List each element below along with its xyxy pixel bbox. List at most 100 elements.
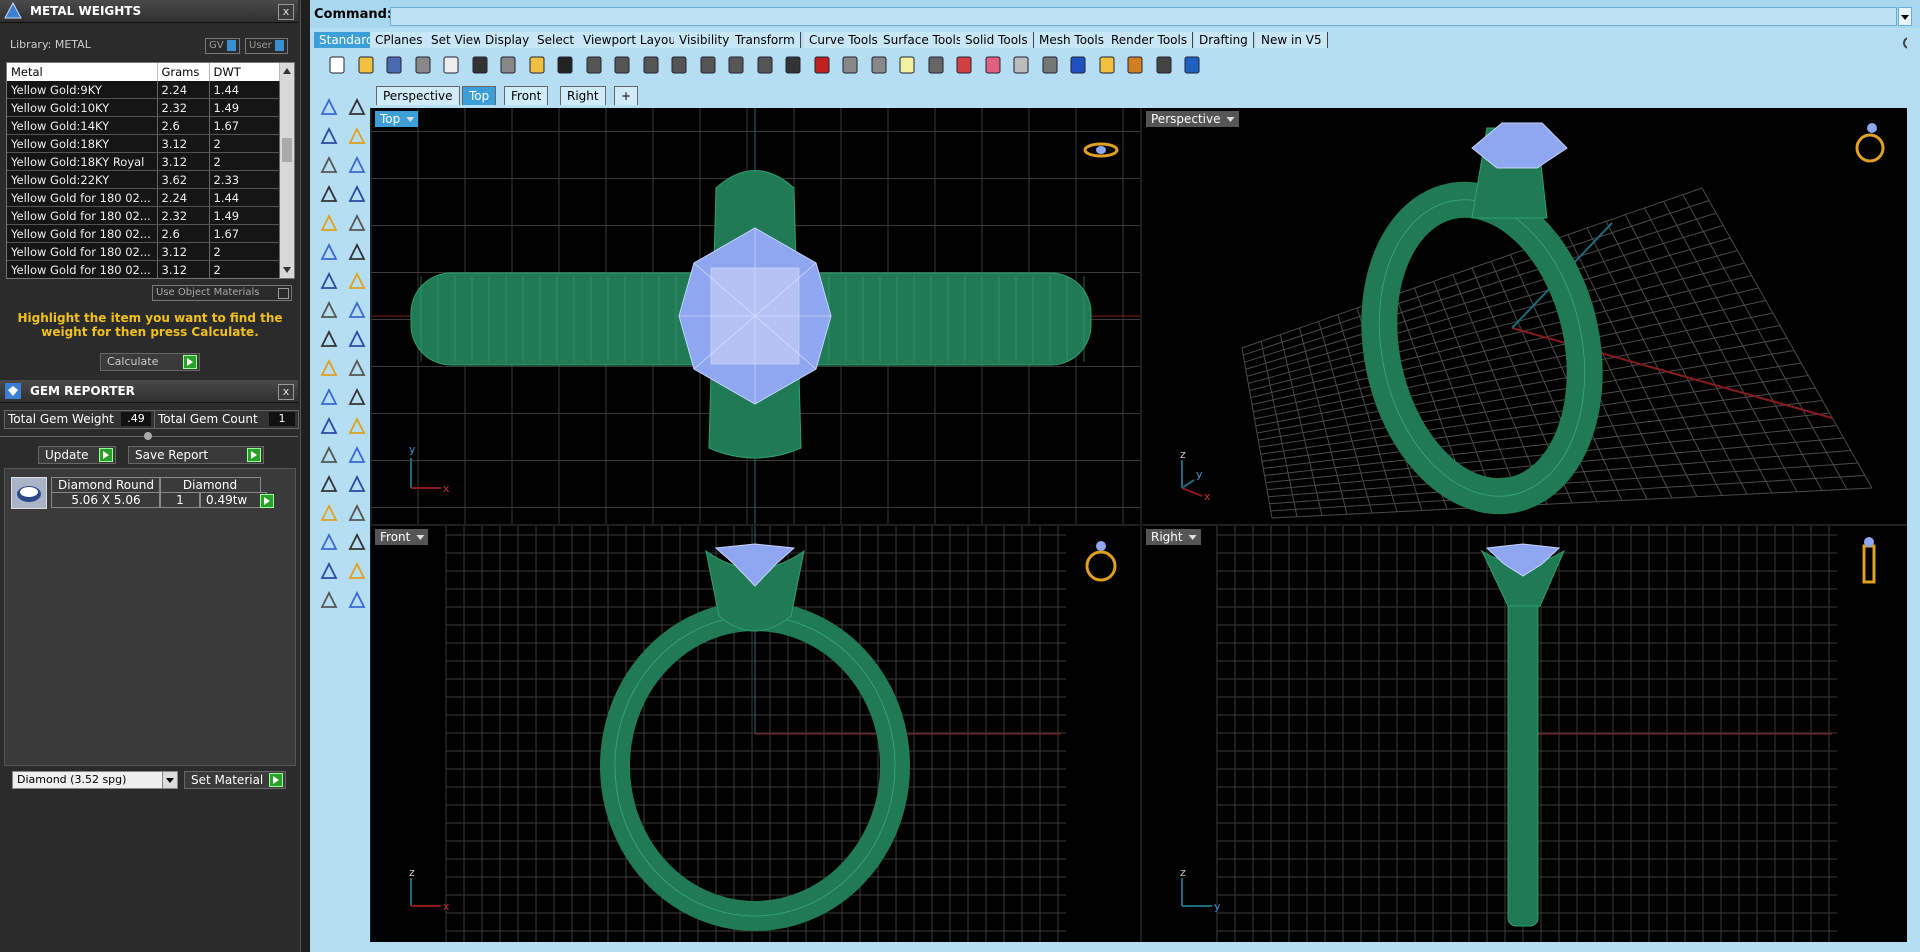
pan-icon[interactable] — [583, 54, 605, 76]
toolbar-tab-curve-tools[interactable]: Curve Tools — [804, 32, 884, 48]
dimension-icon[interactable] — [346, 444, 368, 466]
scroll-thumb[interactable] — [282, 138, 292, 162]
settings-gear-icon[interactable] — [1124, 54, 1146, 76]
group-icon[interactable] — [318, 386, 340, 408]
layout-icon[interactable] — [346, 502, 368, 524]
toolbar-tab-drafting[interactable]: Drafting — [1194, 32, 1254, 48]
ellipse-icon[interactable] — [346, 154, 368, 176]
check-icon[interactable] — [346, 560, 368, 582]
zoom-icon[interactable] — [640, 54, 662, 76]
rotate-view-icon[interactable] — [611, 54, 633, 76]
polygon-icon[interactable] — [318, 212, 340, 234]
lock-icon[interactable] — [925, 54, 947, 76]
viewport-perspective[interactable]: z y x Perspective — [1142, 108, 1907, 524]
group-points-icon[interactable] — [346, 386, 368, 408]
set-material-button[interactable]: Set Material — [184, 771, 286, 789]
toolbar-tab-surface-tools[interactable]: Surface Tools — [878, 32, 969, 48]
command-history-button[interactable] — [1898, 7, 1912, 26]
add-viewport-tab[interactable]: + — [614, 86, 639, 105]
viewport-right-label[interactable]: Right — [1146, 529, 1201, 545]
trim-icon[interactable] — [318, 357, 340, 379]
boolean-icon[interactable] — [346, 328, 368, 350]
right-view-canvas[interactable]: z y — [1142, 526, 1907, 942]
scroll-down-icon[interactable] — [280, 264, 294, 276]
toolbar-tab-select[interactable]: Select — [532, 32, 581, 48]
arc-icon[interactable] — [318, 183, 340, 205]
plane-icon[interactable] — [346, 299, 368, 321]
col-header-grams[interactable]: Grams — [157, 63, 210, 81]
render-icon[interactable] — [953, 54, 975, 76]
transform-icon[interactable] — [346, 473, 368, 495]
free-curve-icon[interactable] — [346, 212, 368, 234]
explode-icon[interactable] — [318, 328, 340, 350]
splitter-handle[interactable] — [144, 432, 152, 440]
metal-row[interactable]: Yellow Gold for 180 02... 2.32 1.49 — [7, 206, 280, 225]
light-icon[interactable] — [896, 54, 918, 76]
analyze-icon[interactable] — [318, 589, 340, 611]
gem-go-icon[interactable] — [260, 493, 274, 508]
view-tab-perspective[interactable]: Perspective — [376, 86, 460, 105]
car-icon[interactable] — [811, 54, 833, 76]
viewport-top-label[interactable]: Top — [375, 111, 419, 127]
undo-icon[interactable] — [554, 54, 576, 76]
viewport-layout-icon[interactable] — [782, 54, 804, 76]
grid-snap-icon[interactable] — [1153, 54, 1175, 76]
save-icon[interactable] — [383, 54, 405, 76]
gem-row[interactable]: Diamond Round Diamond 5.06 X 5.06 1 0.49… — [9, 475, 274, 511]
blue-sphere-icon[interactable] — [1067, 54, 1089, 76]
gem-reporter-close-icon[interactable]: x — [278, 384, 294, 400]
array-icon[interactable] — [318, 531, 340, 553]
save-report-button[interactable]: Save Report — [128, 446, 264, 464]
toolbar-tab-mesh-tools[interactable]: Mesh Tools — [1034, 32, 1110, 48]
flag-icon[interactable] — [1096, 54, 1118, 76]
render-tool-icon[interactable] — [346, 589, 368, 611]
scroll-up-icon[interactable] — [280, 65, 294, 77]
toolbar-tab-transform[interactable]: Transform — [730, 32, 801, 48]
help-icon[interactable] — [1181, 54, 1203, 76]
metal-row[interactable]: Yellow Gold for 180 02... 3.12 2 — [7, 242, 280, 261]
toolbar-tab-cplanes[interactable]: CPlanes — [370, 32, 429, 48]
rectangle-icon[interactable] — [346, 183, 368, 205]
toolbar-tab-display[interactable]: Display — [480, 32, 536, 48]
metal-row[interactable]: Yellow Gold:18KY 3.12 2 — [7, 134, 280, 153]
hide-icon[interactable] — [839, 54, 861, 76]
open-file-icon[interactable] — [355, 54, 377, 76]
material-sphere-icon[interactable] — [1010, 54, 1032, 76]
use-object-materials-checkbox[interactable] — [278, 288, 289, 299]
block-icon[interactable] — [318, 473, 340, 495]
cut-icon[interactable] — [469, 54, 491, 76]
select-icon[interactable] — [318, 96, 340, 118]
viewport-front[interactable]: z x Front — [371, 526, 1140, 942]
toolbar-tab-render-tools[interactable]: Render Tools — [1106, 32, 1194, 48]
material-select[interactable]: Diamond (3.52 spg) — [12, 771, 178, 789]
metal-row[interactable]: Yellow Gold:10KY 2.32 1.49 — [7, 98, 280, 117]
viewport-right[interactable]: z y Right — [1142, 526, 1907, 942]
calculate-button[interactable]: Calculate — [100, 353, 200, 371]
top-view-canvas[interactable]: y x — [371, 108, 1140, 524]
cage-icon[interactable] — [346, 531, 368, 553]
update-button[interactable]: Update — [38, 446, 116, 464]
move-icon[interactable] — [318, 241, 340, 263]
box-icon[interactable] — [318, 270, 340, 292]
edit-points-icon[interactable] — [346, 241, 368, 263]
metal-row[interactable]: Yellow Gold:14KY 2.6 1.67 — [7, 116, 280, 135]
col-header-metal[interactable]: Metal — [7, 63, 158, 81]
cylinder-icon[interactable] — [318, 299, 340, 321]
paste-icon[interactable] — [526, 54, 548, 76]
print-icon[interactable] — [412, 54, 434, 76]
use-object-materials-button[interactable]: Use Object Materials — [152, 285, 292, 301]
color-icon[interactable] — [982, 54, 1004, 76]
metal-row[interactable]: Yellow Gold:22KY 3.62 2.33 — [7, 170, 280, 189]
metal-row[interactable]: Yellow Gold:9KY 2.24 1.44 — [7, 81, 280, 99]
paste-tool-icon[interactable] — [318, 560, 340, 582]
join-icon[interactable] — [346, 357, 368, 379]
fillet-icon[interactable] — [318, 415, 340, 437]
viewport-perspective-label[interactable]: Perspective — [1146, 111, 1239, 127]
shaded-sphere-icon[interactable] — [1039, 54, 1061, 76]
col-header-dwt[interactable]: DWT — [209, 63, 280, 81]
zoom-window-icon[interactable] — [668, 54, 690, 76]
toolbar-tab-visibility[interactable]: Visibility — [674, 32, 736, 48]
metal-row[interactable]: Yellow Gold for 180 02... 2.6 1.67 — [7, 224, 280, 243]
metal-row[interactable]: Yellow Gold for 180 02... 2.24 1.44 — [7, 188, 280, 207]
import-icon[interactable] — [440, 54, 462, 76]
